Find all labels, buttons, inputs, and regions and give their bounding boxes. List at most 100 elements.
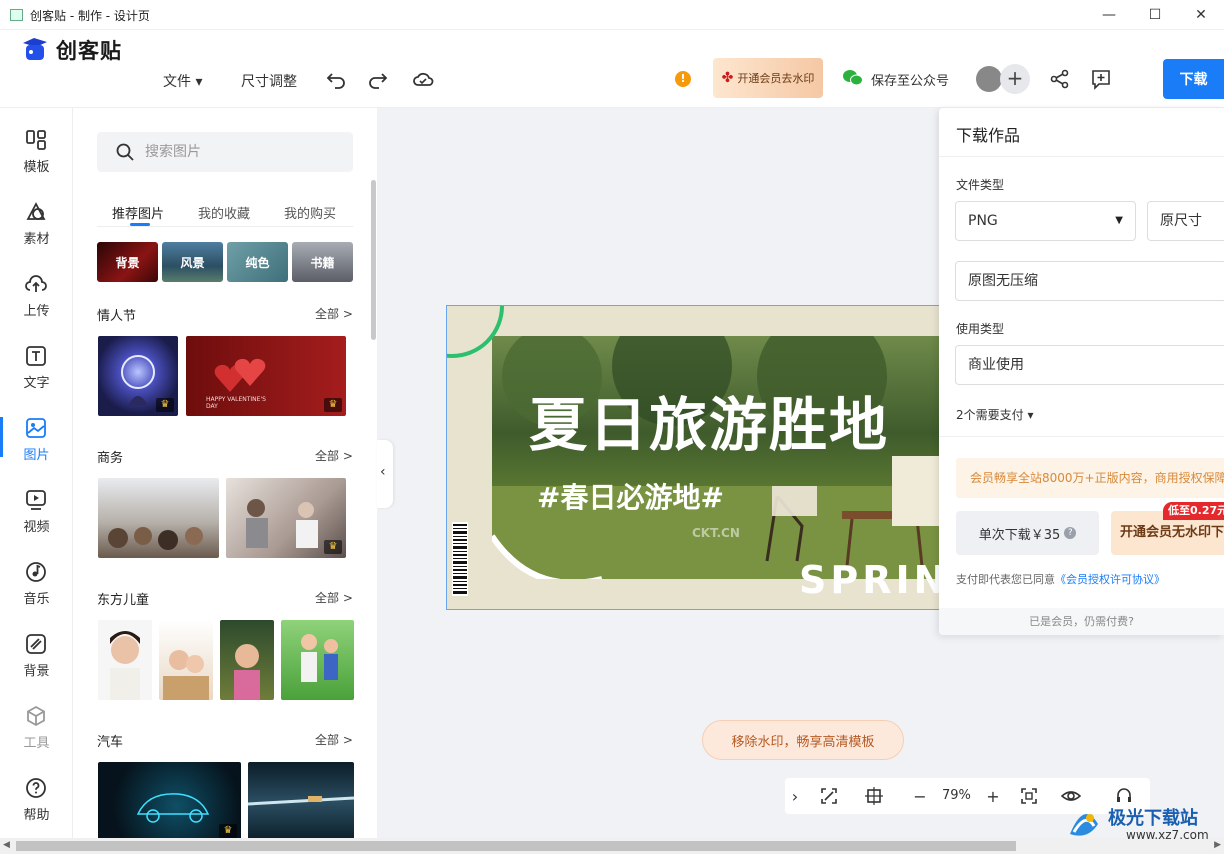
nav-item-label: 帮助 — [23, 808, 50, 823]
chevron-right-icon[interactable]: › — [785, 786, 805, 806]
undo-icon[interactable] — [325, 68, 347, 90]
thumb-business-2[interactable]: ♛ — [226, 478, 346, 558]
size-select[interactable]: 原尺寸 — [1147, 201, 1224, 241]
nav-item-background[interactable]: 背景 — [0, 632, 73, 692]
remove-watermark-pill[interactable]: 移除水印，畅享高清模板 — [702, 720, 904, 760]
scroll-left-icon[interactable]: ◀ — [3, 840, 10, 850]
nav-item-text[interactable]: 文字 — [0, 344, 73, 404]
nav-item-image[interactable]: 图片 — [0, 416, 73, 476]
thumb-kids-4[interactable] — [281, 620, 354, 700]
category-solid-color[interactable]: 纯色 — [227, 242, 288, 282]
design-english-text[interactable]: SPRING — [799, 558, 945, 602]
nav-item-label: 背景 — [23, 664, 50, 679]
tab-favorites[interactable]: 我的收藏 — [198, 203, 250, 222]
thumb-valentine-2[interactable]: HAPPY VALENTINE'S DAY ♛ — [186, 336, 346, 416]
cloud-save-icon[interactable] — [412, 68, 434, 90]
fit-screen-icon[interactable] — [819, 786, 839, 806]
divider — [939, 156, 1224, 157]
download-button[interactable]: 下载 — [1163, 59, 1224, 99]
thumb-business-1[interactable] — [98, 478, 219, 558]
nav-item-template[interactable]: 模板 — [0, 128, 73, 188]
chinese-knot-icon: ✤ — [721, 70, 734, 86]
design-headline[interactable]: 夏日旅游胜地 — [529, 378, 889, 462]
crown-icon: ♛ — [324, 540, 342, 554]
minimize-button[interactable]: — — [1086, 0, 1132, 30]
material-icon — [26, 202, 46, 220]
fullscreen-icon[interactable] — [1019, 786, 1039, 806]
image-resource-panel: 推荐图片 我的收藏 我的购买 背景 风景 纯色 书籍 情人节 全部 > ♛ HA… — [73, 108, 377, 838]
thumb-kids-2[interactable] — [159, 620, 213, 700]
section-title-kids: 东方儿童 — [97, 593, 150, 608]
license-agreement-link[interactable]: 《会员授权许可协议》 — [1055, 573, 1165, 586]
close-window-button[interactable]: ✕ — [1178, 0, 1224, 30]
category-landscape[interactable]: 风景 — [162, 242, 223, 282]
caret-down-icon: ▼ — [1115, 215, 1123, 226]
image-icon — [26, 418, 46, 438]
thumb-cars-1[interactable]: ♛ — [98, 762, 241, 838]
nav-item-material[interactable]: 素材 — [0, 200, 73, 260]
scrollbar-thumb[interactable] — [16, 841, 1016, 851]
question-icon: ? — [1064, 527, 1077, 539]
maximize-button[interactable]: ☐ — [1132, 0, 1178, 30]
crown-icon: ♛ — [219, 824, 237, 838]
resize-button[interactable]: 尺寸调整 — [241, 71, 297, 91]
section-all-cars[interactable]: 全部 > — [315, 731, 353, 748]
nav-item-help[interactable]: 帮助 — [0, 776, 73, 836]
agreement-note: 支付即代表您已同意《会员授权许可协议》 — [956, 573, 1165, 586]
section-all-business[interactable]: 全部 > — [315, 447, 353, 464]
thumb-valentine-1[interactable]: ♛ — [98, 336, 178, 416]
member-promo-banner: 会员畅享全站8000万+正版内容，商用授权保障 — [956, 458, 1224, 498]
text-icon — [26, 346, 46, 366]
horizontal-scrollbar[interactable]: ◀ ▶ — [0, 838, 1224, 854]
thumb-kids-3[interactable] — [220, 620, 274, 700]
category-books[interactable]: 书籍 — [292, 242, 353, 282]
compression-select[interactable]: 原图无压缩 — [955, 261, 1224, 301]
site-watermark: 极光下载站 www.xz7.com — [1062, 800, 1222, 850]
crown-icon: ♛ — [324, 398, 342, 412]
nav-item-label: 音乐 — [23, 592, 50, 607]
pay-items-toggle[interactable]: 2个需要支付 ▾ — [956, 406, 1033, 423]
category-background[interactable]: 背景 — [97, 242, 158, 282]
nav-item-video[interactable]: 视频 — [0, 488, 73, 548]
design-canvas[interactable]: 夏日旅游胜地 #春日必游地# SPRING CKT.CN — [446, 305, 946, 610]
share-icon[interactable] — [1049, 68, 1071, 90]
file-type-label: 文件类型 — [956, 178, 1005, 192]
usage-type-select[interactable]: 商业使用 — [955, 345, 1224, 385]
redo-icon[interactable] — [367, 68, 389, 90]
avatar[interactable] — [976, 66, 1002, 92]
crop-icon[interactable] — [864, 786, 884, 806]
thumb-cars-2[interactable] — [248, 762, 354, 838]
panel-scrollbar[interactable] — [371, 180, 376, 340]
nav-item-music[interactable]: 音乐 — [0, 560, 73, 620]
nav-item-label: 文字 — [23, 376, 50, 391]
wechat-icon — [843, 70, 863, 86]
section-title-business: 商务 — [97, 451, 124, 466]
download-panel-title: 下载作品 — [956, 126, 1021, 145]
collapse-panel-button[interactable]: ‹ — [377, 440, 393, 508]
vip-remove-watermark-button[interactable]: ✤ 开通会员去水印 — [713, 58, 823, 98]
zoom-in-button[interactable]: + — [983, 786, 1003, 806]
app-icon — [10, 9, 23, 21]
logo-text: 创客贴 — [56, 39, 122, 63]
save-to-official-account-button[interactable]: 保存至公众号 — [871, 70, 949, 89]
warning-icon[interactable]: ! — [675, 71, 691, 87]
already-member-link[interactable]: 已是会员，仍需付费? — [939, 608, 1224, 635]
design-tagline[interactable]: #春日必游地# — [537, 476, 724, 516]
single-download-button[interactable]: 单次下载￥35? — [956, 511, 1099, 555]
zoom-out-button[interactable]: − — [910, 786, 930, 806]
add-collaborator-button[interactable]: + — [1000, 64, 1030, 94]
section-all-kids[interactable]: 全部 > — [315, 589, 353, 606]
feedback-add-icon[interactable] — [1090, 68, 1112, 90]
file-menu[interactable]: 文件 ▾ — [163, 71, 202, 91]
tab-purchases[interactable]: 我的购买 — [284, 203, 336, 222]
section-all-valentine[interactable]: 全部 > — [315, 305, 353, 322]
nav-item-label: 图片 — [23, 448, 50, 463]
thumb-kids-1[interactable] — [98, 620, 152, 700]
nav-item-tools[interactable]: 工具 — [0, 704, 73, 764]
tab-recommended[interactable]: 推荐图片 — [112, 203, 164, 222]
search-input[interactable] — [145, 132, 345, 172]
file-type-select[interactable]: PNG ▼ — [955, 201, 1136, 241]
design-watermark: CKT.CN — [692, 526, 740, 540]
music-icon — [26, 562, 46, 582]
nav-item-upload[interactable]: 上传 — [0, 272, 73, 332]
